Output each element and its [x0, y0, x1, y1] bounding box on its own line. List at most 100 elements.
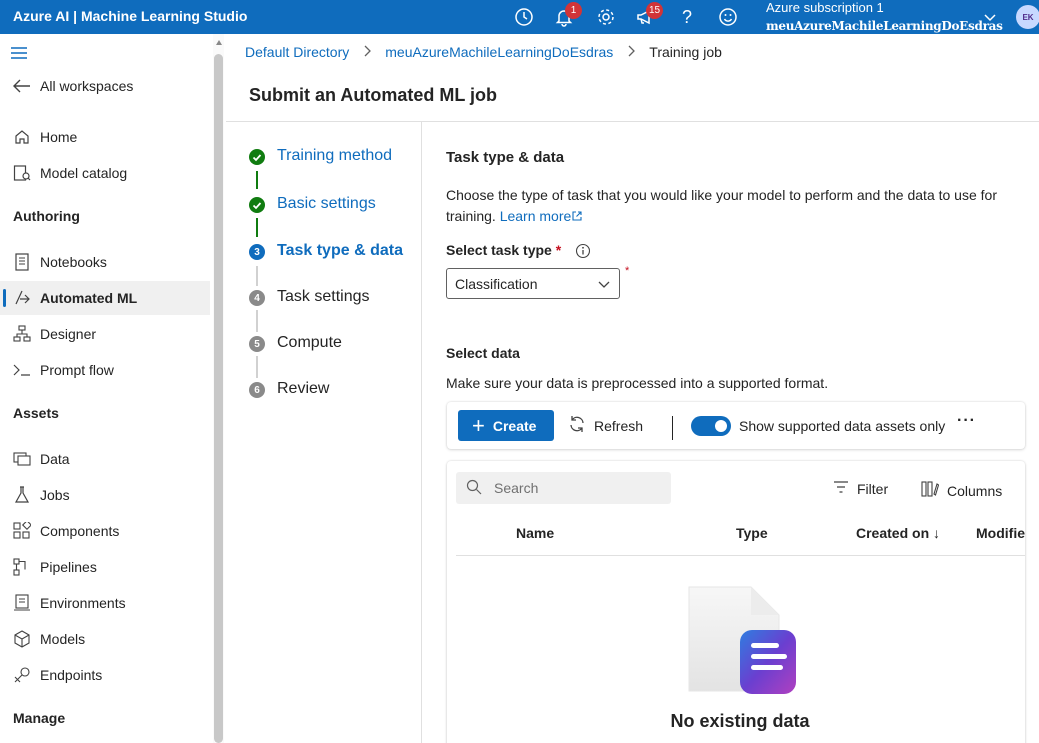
step-label: Compute — [277, 334, 342, 351]
sidebar-item-components[interactable]: Components — [0, 514, 210, 548]
notification-badge: 1 — [565, 2, 582, 19]
info-icon[interactable] — [575, 243, 591, 262]
filter-button[interactable]: Filter — [833, 480, 888, 497]
refresh-button[interactable]: Refresh — [568, 410, 643, 441]
gear-icon[interactable] — [595, 6, 617, 28]
step-label: Task type & data — [277, 242, 403, 259]
sidebar-item-label: Model catalog — [40, 165, 128, 181]
column-header-type[interactable]: Type — [736, 525, 768, 541]
breadcrumb: Default Directory meuAzureMachileLearnin… — [245, 44, 722, 60]
search-input[interactable]: Search — [456, 472, 671, 504]
divider — [672, 416, 673, 440]
sidebar-item-label: Jobs — [40, 487, 70, 503]
sidebar-item-designer[interactable]: Designer — [0, 317, 210, 351]
divider — [421, 121, 422, 743]
required-indicator: * — [625, 265, 630, 277]
description: Choose the type of task that you would l… — [446, 185, 1016, 227]
breadcrumb-current: Training job — [649, 44, 722, 60]
learn-more-link[interactable]: Learn more — [500, 208, 583, 224]
history-icon[interactable] — [513, 6, 535, 28]
app-title[interactable]: Azure AI | Machine Learning Studio — [13, 8, 247, 24]
external-link-icon — [572, 211, 582, 221]
breadcrumb-workspace[interactable]: meuAzureMachileLearningDoEsdras — [385, 44, 613, 60]
columns-icon — [921, 480, 940, 501]
task-type-label: Select task type * — [446, 242, 562, 258]
help-icon[interactable]: ? — [676, 6, 698, 28]
sidebar-item-label: Home — [40, 129, 78, 145]
pipelines-icon — [12, 557, 32, 577]
section-assets: Assets — [13, 405, 59, 421]
sidebar-item-data[interactable]: Data — [0, 442, 210, 476]
sidebar-item-prompt-flow[interactable]: Prompt flow — [0, 353, 210, 387]
models-icon — [12, 629, 32, 649]
checkmark-icon — [249, 197, 265, 213]
chevron-down-icon — [597, 277, 611, 294]
chevron-down-icon[interactable] — [979, 6, 1001, 28]
task-type-dropdown[interactable]: Classification — [446, 268, 620, 299]
sidebar-scrollbar[interactable] — [213, 34, 224, 743]
column-header-name[interactable]: Name — [516, 525, 554, 541]
sidebar-item-environments[interactable]: Environments — [0, 586, 210, 620]
sidebar-item-label: Endpoints — [40, 667, 103, 683]
chevron-right-icon — [627, 44, 636, 60]
section-title: Task type & data — [446, 149, 565, 166]
sidebar-item-models[interactable]: Models — [0, 622, 210, 656]
page-title: Submit an Automated ML job — [249, 85, 497, 105]
workspace-name[interactable]: meuAzureMachileLearningDoEsdras — [766, 19, 1003, 33]
scroll-up-icon[interactable] — [216, 40, 222, 45]
more-options-icon[interactable]: ··· — [957, 412, 976, 430]
avatar[interactable]: EK — [1016, 5, 1039, 29]
components-icon — [12, 521, 32, 541]
designer-icon — [12, 324, 32, 344]
select-data-description: Make sure your data is preprocessed into… — [446, 375, 829, 391]
arrow-left-icon — [12, 76, 32, 96]
feedback-badge: 15 — [646, 2, 664, 19]
subscription-name[interactable]: Azure subscription 1 — [766, 0, 884, 15]
sidebar-item-endpoints[interactable]: Endpoints — [0, 658, 210, 692]
column-header-modified[interactable]: Modifie — [976, 525, 1025, 541]
search-placeholder: Search — [494, 480, 539, 496]
toggle-label: Show supported data assets only — [739, 418, 946, 434]
sidebar-item-model-catalog[interactable]: Model catalog — [0, 156, 210, 190]
chevron-right-icon — [363, 44, 372, 60]
environments-icon — [12, 593, 32, 613]
select-data-title: Select data — [446, 345, 520, 361]
smiley-icon[interactable] — [717, 6, 739, 28]
step-connector — [256, 171, 258, 189]
step-number: 6 — [249, 382, 265, 398]
sidebar-item-label: Models — [40, 631, 86, 647]
breadcrumb-directory[interactable]: Default Directory — [245, 44, 349, 60]
data-toolbar: + Create Refresh Show supported data ass… — [447, 402, 1025, 449]
jobs-icon — [12, 485, 32, 505]
sidebar-item-jobs[interactable]: Jobs — [0, 478, 210, 512]
step-label: Basic settings — [277, 195, 376, 212]
data-icon — [12, 449, 32, 469]
plus-icon: + — [472, 412, 485, 438]
sidebar-item-home[interactable]: Home — [0, 120, 210, 154]
sidebar-item-label: Pipelines — [40, 559, 97, 575]
sidebar-item-label: Components — [40, 523, 120, 539]
create-button[interactable]: + Create — [458, 410, 554, 441]
search-icon — [466, 479, 482, 498]
sidebar-item-notebooks[interactable]: Notebooks — [0, 245, 210, 279]
step-label: Training method — [277, 147, 393, 164]
all-workspaces-link[interactable]: All workspaces — [0, 69, 210, 103]
supported-assets-toggle[interactable] — [691, 416, 731, 436]
divider — [456, 555, 1025, 556]
empty-document-icon — [683, 583, 799, 701]
hamburger-icon[interactable] — [11, 46, 27, 63]
empty-state-title: No existing data — [670, 711, 810, 731]
catalog-icon — [12, 163, 32, 183]
step-number: 3 — [249, 244, 265, 260]
columns-button[interactable]: Columns — [921, 480, 1002, 501]
section-authoring: Authoring — [13, 208, 80, 224]
notebook-icon — [12, 252, 32, 272]
sidebar-item-automated-ml[interactable]: Automated ML — [0, 281, 210, 315]
column-header-created-on[interactable]: Created on ↓ — [856, 525, 940, 541]
sidebar-item-label: Notebooks — [40, 254, 107, 270]
active-indicator — [3, 289, 6, 307]
sidebar-item-pipelines[interactable]: Pipelines — [0, 550, 210, 584]
divider — [226, 121, 1039, 122]
scrollbar-thumb[interactable] — [214, 54, 223, 743]
step-connector — [256, 356, 258, 378]
